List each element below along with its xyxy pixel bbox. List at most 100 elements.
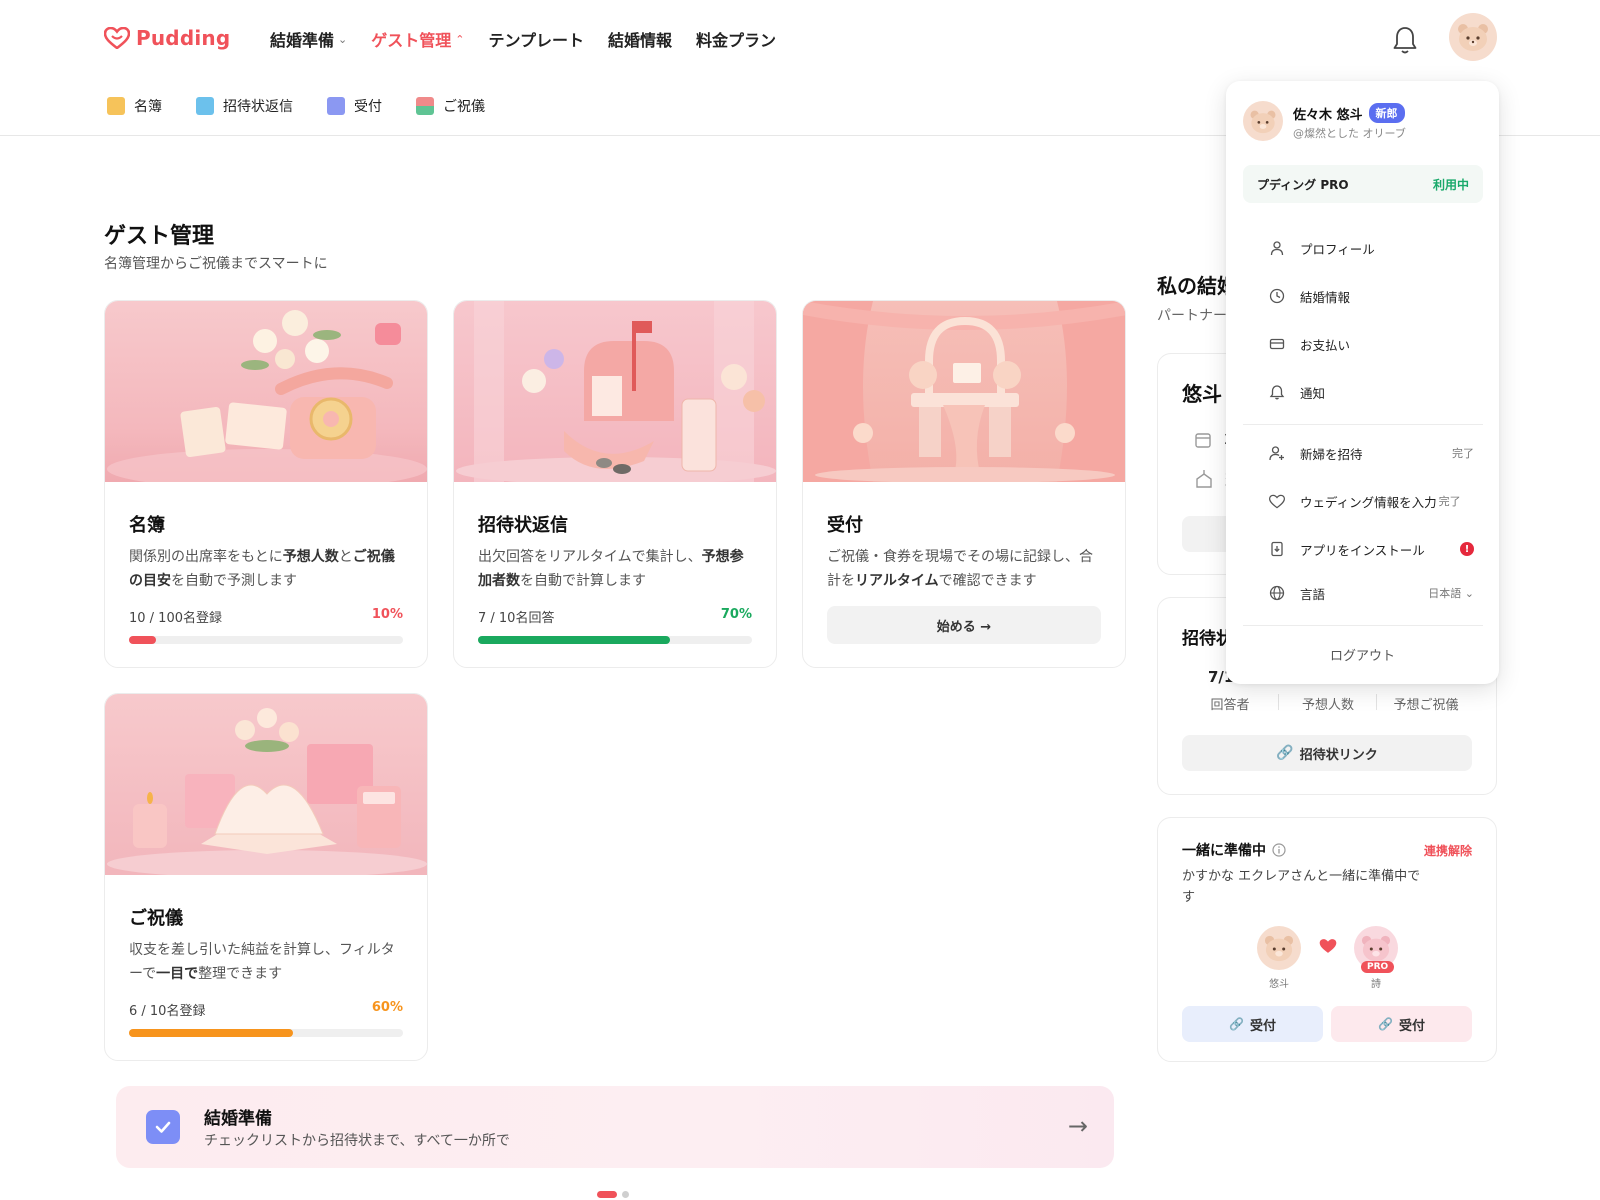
progress-track <box>129 636 403 644</box>
progress-fill <box>478 636 670 644</box>
nav-guest-management[interactable]: ゲスト管理 ⌃ <box>371 27 464 51</box>
card-title: 招待状返信 <box>478 515 568 536</box>
progress-track <box>478 636 752 644</box>
partner1-avatar <box>1257 926 1301 970</box>
menu-label: お支払い <box>1300 337 1351 353</box>
nav-wedding-prep[interactable]: 結婚準備 ⌄ <box>270 27 347 51</box>
logout-button[interactable]: ログアウト <box>1226 645 1499 664</box>
subnav-gift-money[interactable]: ご祝儀 <box>416 96 485 116</box>
nav-label: テンプレート <box>488 31 584 50</box>
dropdown-avatar <box>1243 101 1283 141</box>
gift-money-card[interactable]: ご祝儀 収支を差し引いた純益を計算し、フィルターで一目で整理できます 6 / 1… <box>104 693 428 1061</box>
person-icon <box>1268 239 1286 257</box>
subnav-label: 招待状返信 <box>223 99 293 115</box>
carousel-dot-active[interactable] <box>597 1191 617 1198</box>
menu-notifications[interactable]: 通知 <box>1268 378 1474 406</box>
rsvp-icon <box>196 97 214 115</box>
banner-subtitle: チェックリストから招待状まで、すべて一か所で <box>204 1133 510 1149</box>
menu-label: 結婚情報 <box>1300 289 1351 305</box>
subnav-rsvp[interactable]: 招待状返信 <box>196 96 293 116</box>
pro-plan-label: プディング PRO <box>1257 178 1349 192</box>
card-percent: 70% <box>720 607 752 622</box>
notification-bell-icon[interactable] <box>1391 24 1419 56</box>
card-title: 受付 <box>827 515 863 536</box>
language-select[interactable]: 日本語 ⌄ <box>1428 585 1474 601</box>
together-title-text: 一緒に準備中 <box>1182 843 1266 859</box>
globe-icon <box>1268 584 1286 602</box>
unlink-button[interactable]: 連携解除 <box>1424 842 1472 859</box>
together-card: 一緒に準備中 連携解除 かすかな エクレアさんと一緒に準備中です 悠斗 PRO … <box>1157 817 1497 1062</box>
chapel-icon <box>1196 470 1212 488</box>
reception-button-2[interactable]: 🔗 受付 <box>1331 1006 1472 1042</box>
arrow-right-icon: → <box>1067 1112 1088 1140</box>
heart-logo-icon <box>104 27 130 49</box>
chevron-up-icon: ⌃ <box>455 32 465 46</box>
my-wedding-title: 私の結婚 <box>1157 274 1237 298</box>
menu-wedding-info[interactable]: 結婚情報 <box>1268 282 1474 310</box>
together-title: 一緒に準備中 <box>1182 840 1286 860</box>
gift-money-icon <box>416 97 434 115</box>
menu-payment[interactable]: お支払い <box>1268 330 1474 358</box>
card-count: 10 / 100名登録 <box>129 611 222 626</box>
menu-invite-bride[interactable]: 新婦を招待 完了 <box>1268 439 1474 467</box>
card-description: 出欠回答をリアルタイムで集計し、予想参加者数を自動で計算します <box>478 549 744 589</box>
guestbook-card[interactable]: 名簿 関係別の出席率をもとに予想人数とご祝儀の目安を自動で予測します 10 / … <box>104 300 428 668</box>
wedding-prep-banner[interactable]: 結婚準備 チェックリストから招待状まで、すべて一か所で → <box>116 1086 1114 1168</box>
nav-label: ゲスト管理 <box>371 31 452 50</box>
link-icon: 🔗 <box>1276 745 1294 761</box>
card-count: 7 / 10名回答 <box>478 611 555 626</box>
card-percent: 60% <box>371 1000 403 1015</box>
carousel-dot[interactable] <box>622 1191 629 1198</box>
download-icon <box>1268 540 1286 558</box>
stat-label-expected-count: 予想人数 <box>1301 698 1354 713</box>
dropdown-user-name: 佐々木 悠斗 新郎 <box>1293 103 1405 123</box>
subnav-guestbook[interactable]: 名簿 <box>107 96 162 116</box>
start-button[interactable]: 始める → <box>827 606 1101 644</box>
menu-profile[interactable]: プロフィール <box>1268 234 1474 262</box>
rsvp-card[interactable]: 招待状返信 出欠回答をリアルタイムで集計し、予想参加者数を自動で計算します 7 … <box>453 300 777 668</box>
add-person-icon <box>1268 444 1286 462</box>
subnav-reception[interactable]: 受付 <box>327 96 382 116</box>
link-icon: 🔗 <box>1229 1017 1244 1031</box>
stat-divider <box>1376 694 1377 710</box>
card-count: 6 / 10名登録 <box>129 1004 206 1019</box>
card-icon <box>1268 335 1286 353</box>
stat-label-expected-gift: 予想ご祝儀 <box>1393 698 1459 713</box>
page-title: ゲスト管理 <box>104 224 215 249</box>
gift-money-illustration <box>105 694 427 875</box>
reception-button-1[interactable]: 🔗 受付 <box>1182 1006 1323 1042</box>
nav-label: 結婚情報 <box>608 31 673 50</box>
heart-outline-icon <box>1268 492 1286 510</box>
menu-label: ウェディング情報を入力 <box>1300 494 1437 510</box>
status-done: 完了 <box>1452 447 1474 460</box>
subnav-label: 名簿 <box>134 99 162 115</box>
card-title: 名簿 <box>129 515 165 536</box>
nav-templates[interactable]: テンプレート <box>488 27 584 51</box>
button-label: 受付 <box>1249 1018 1276 1034</box>
card-title: ご祝儀 <box>129 908 183 929</box>
together-description: かすかな エクレアさんと一緒に準備中です <box>1182 869 1421 905</box>
progress-fill <box>129 636 157 644</box>
button-label: 受付 <box>1398 1018 1425 1034</box>
reception-card[interactable]: 受付 ご祝儀・食券を現場でその場に記録し、合計をリアルタイムで確認できます 始め… <box>802 300 1126 668</box>
progress-track <box>129 1029 403 1037</box>
guestbook-icon <box>107 97 125 115</box>
nav-label: 料金プラン <box>696 31 777 50</box>
nav-wedding-info[interactable]: 結婚情報 <box>608 27 672 51</box>
reception-icon <box>327 97 345 115</box>
nav-pricing[interactable]: 料金プラン <box>696 27 776 51</box>
invitation-link-button[interactable]: 🔗 招待状リンク <box>1182 735 1472 771</box>
pro-plan-status[interactable]: プディング PRO 利用中 <box>1243 165 1483 203</box>
menu-install-app[interactable]: アプリをインストール ! <box>1268 535 1474 563</box>
card-description: 関係別の出席率をもとに予想人数とご祝儀の目安を自動で予測します <box>129 549 395 589</box>
subnav-label: 受付 <box>354 99 382 115</box>
logo[interactable]: Pudding <box>104 26 230 50</box>
menu-enter-wedding-info[interactable]: ウェディング情報を入力 完了 <box>1268 487 1474 515</box>
user-avatar-button[interactable] <box>1449 13 1497 61</box>
menu-divider <box>1243 424 1483 425</box>
rsvp-illustration <box>454 301 776 482</box>
heart-icon <box>1319 939 1337 953</box>
menu-language[interactable]: 言語 日本語 ⌄ <box>1268 579 1474 607</box>
info-icon[interactable] <box>1272 843 1286 857</box>
profile-name: 悠斗 <box>1182 382 1222 406</box>
